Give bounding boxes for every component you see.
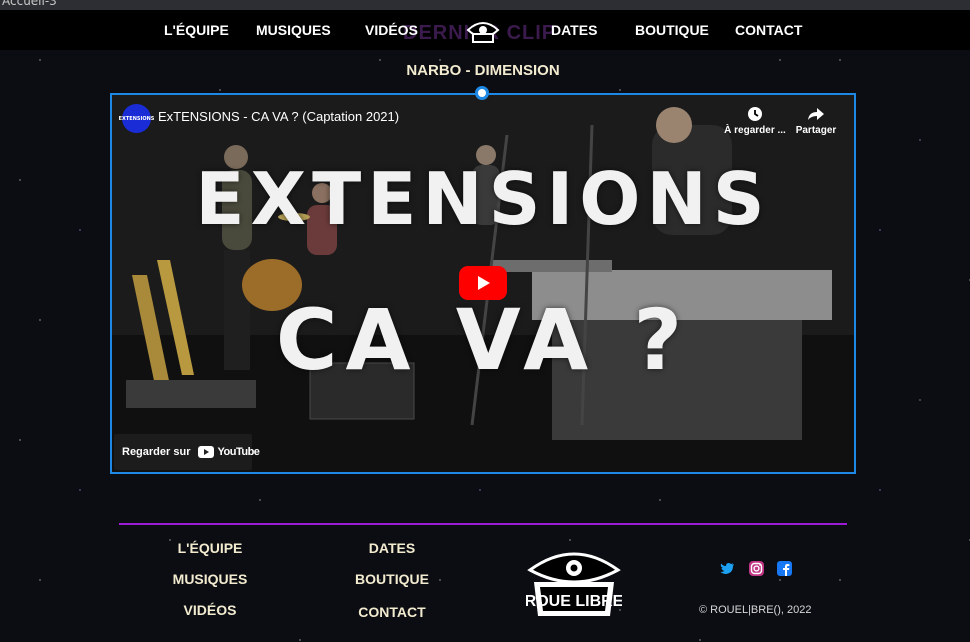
footer-divider xyxy=(119,523,847,525)
logo-wordmark: ROUE LIBRE xyxy=(526,593,622,610)
instagram-icon[interactable] xyxy=(749,561,764,576)
nav-item-musiques[interactable]: MUSIQUES xyxy=(256,22,331,38)
editor-resize-handle[interactable] xyxy=(475,86,489,100)
watch-later-label: À regarder ... xyxy=(724,125,786,136)
youtube-logo: YouTube xyxy=(198,446,260,458)
video-title[interactable]: ExTENSIONS - CA VA ? (Captation 2021) xyxy=(158,109,399,124)
facebook-icon[interactable] xyxy=(777,561,792,576)
roue-libre-logo[interactable]: ROUE LIBRE xyxy=(526,546,622,618)
browser-tab-title[interactable]: Accueil-3 xyxy=(0,0,57,8)
nav-item-dates[interactable]: DATES xyxy=(551,22,597,38)
nav-item-equipe[interactable]: L'ÉQUIPE xyxy=(164,22,229,38)
watch-later-button[interactable]: À regarder ... xyxy=(723,105,787,136)
footer-link-contact[interactable]: CONTACT xyxy=(358,604,425,620)
watch-on-label: Regarder sur xyxy=(122,446,191,458)
video-overlay-title-line1: EXTENSIONS xyxy=(195,157,771,241)
share-arrow-icon xyxy=(808,108,824,120)
footer-link-dates[interactable]: DATES xyxy=(369,540,415,556)
top-navigation: DERNIER CLIP L'ÉQUIPE MUSIQUES VIDÉOS DA… xyxy=(0,10,970,50)
footer-link-boutique[interactable]: BOUTIQUE xyxy=(355,571,429,587)
nav-item-boutique[interactable]: BOUTIQUE xyxy=(635,22,709,38)
share-button[interactable]: Partager xyxy=(784,105,848,136)
footer-link-musiques[interactable]: MUSIQUES xyxy=(173,571,248,587)
play-icon xyxy=(478,276,490,290)
section-title: NARBO - DIMENSION xyxy=(406,62,560,79)
footer-link-videos[interactable]: VIDÉOS xyxy=(184,602,237,618)
youtube-embed[interactable]: EXTENSIONS ExTENSIONS - CA VA ? (Captati… xyxy=(110,93,856,474)
footer-link-equipe[interactable]: L'ÉQUIPE xyxy=(178,540,243,556)
channel-avatar[interactable]: EXTENSIONS xyxy=(119,104,154,133)
browser-tab-strip xyxy=(0,0,970,10)
watch-on-youtube-button[interactable]: Regarder sur YouTube xyxy=(114,434,260,470)
play-button[interactable] xyxy=(459,266,507,300)
youtube-wordmark: YouTube xyxy=(217,446,260,458)
youtube-icon xyxy=(198,446,215,458)
nav-item-videos[interactable]: VIDÉOS xyxy=(365,22,418,38)
clock-icon xyxy=(748,107,762,121)
nav-item-contact[interactable]: CONTACT xyxy=(735,22,802,38)
roue-libre-logo-small[interactable] xyxy=(466,14,500,46)
share-label: Partager xyxy=(795,125,837,136)
video-overlay-title-line2: CA VA ? xyxy=(275,291,691,389)
copyright-text: © ROUEL|BRE(), 2022 xyxy=(699,604,812,616)
twitter-icon[interactable] xyxy=(720,561,735,576)
